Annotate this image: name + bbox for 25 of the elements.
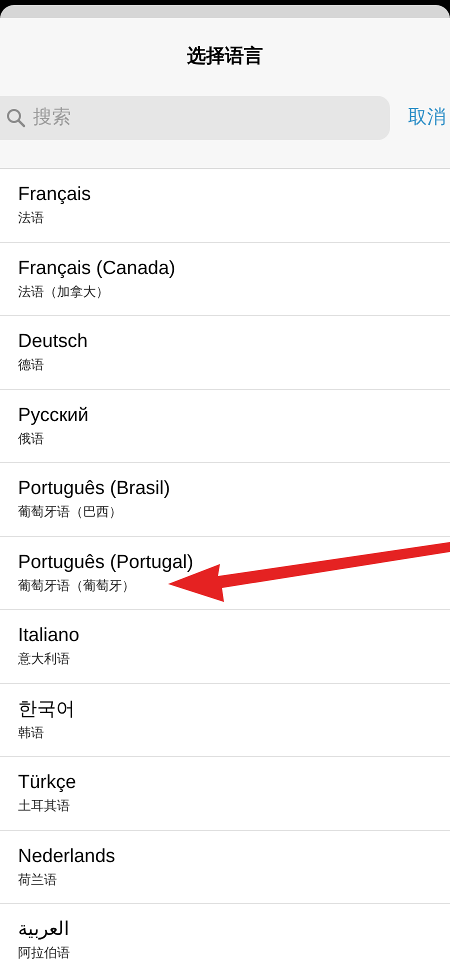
language-name: Français bbox=[18, 183, 91, 208]
language-native-name: 意大利语 bbox=[18, 650, 70, 668]
language-native-name: 葡萄牙语（葡萄牙） bbox=[18, 576, 135, 595]
screen-title: 选择语言 bbox=[187, 44, 263, 69]
cancel-button[interactable]: 取消 bbox=[408, 104, 450, 132]
language-name: Português (Brasil) bbox=[18, 477, 170, 502]
language-native-name: 德语 bbox=[18, 356, 44, 374]
language-name: Nederlands bbox=[18, 844, 116, 869]
language-native-name: 韩语 bbox=[18, 724, 44, 742]
language-name: Italiano bbox=[18, 624, 80, 648]
language-name: Русский bbox=[18, 404, 88, 428]
language-native-name: 法语（加拿大） bbox=[18, 282, 109, 301]
language-name: العربية bbox=[18, 918, 69, 942]
language-native-name: 荷兰语 bbox=[18, 870, 57, 889]
language-name: Deutsch bbox=[18, 330, 88, 354]
language-native-name: 阿拉伯语 bbox=[18, 944, 70, 962]
language-name: 한국어 bbox=[18, 698, 75, 722]
search-field[interactable]: 搜索 bbox=[0, 96, 390, 140]
language-native-name: 俄语 bbox=[18, 430, 44, 448]
language-native-name: 土耳其语 bbox=[18, 797, 70, 816]
language-native-name: 法语 bbox=[18, 209, 44, 228]
language-name: Português (Portugal) bbox=[18, 550, 194, 575]
language-native-name: 葡萄牙语（巴西） bbox=[18, 503, 122, 522]
language-name: Türkçe bbox=[18, 771, 76, 796]
language-name: Français (Canada) bbox=[18, 256, 176, 281]
